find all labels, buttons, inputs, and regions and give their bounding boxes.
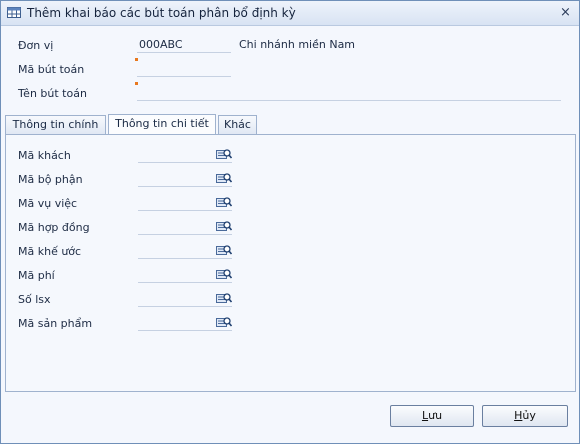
tab-thong-tin-chi-tiet[interactable]: Thông tin chi tiết [108,114,216,135]
ma-but-toan-label: Mã bút toán [18,63,85,76]
tab-khac[interactable]: Khác [218,115,257,135]
lookup-icon[interactable] [216,172,232,184]
lookup-icon[interactable] [216,292,232,304]
window-title: Thêm khai báo các bút toán phân bổ định … [27,6,296,20]
required-marker [135,58,138,61]
tab-thong-tin-chinh[interactable]: Thông tin chính [5,115,106,135]
table-icon [7,7,21,18]
ma-bo-phan-label: Mã bộ phận [18,173,83,186]
close-button[interactable]: × [558,5,573,20]
required-marker [135,82,138,85]
lookup-icon[interactable] [216,148,232,160]
detail-panel: Mã khách Mã bộ phận Mã vụ việc Mã hợp đồ… [5,134,576,392]
don-vi-label: Đơn vị [18,39,54,52]
cancel-button[interactable]: Hủy [482,405,568,427]
ma-hop-dong-underline [138,234,232,235]
save-label-rest: ưu [428,409,443,422]
ma-vu-viec-label: Mã vụ việc [18,197,78,210]
ten-but-toan-underline [137,100,561,101]
ma-but-toan-underline [137,76,231,77]
don-vi-name: Chi nhánh miền Nam [239,38,356,51]
lookup-icon[interactable] [216,244,232,256]
ma-khach-label: Mã khách [18,149,71,162]
so-lsx-label: Số lsx [18,293,51,306]
tab-strip: Thông tin chính Thông tin chi tiết Khác [5,114,575,135]
don-vi-code-underline [137,52,231,53]
lookup-icon[interactable] [216,220,232,232]
lookup-icon[interactable] [216,196,232,208]
lookup-icon[interactable] [216,316,232,328]
ma-khach-underline [138,162,232,163]
ma-phi-label: Mã phí [18,269,55,282]
ma-vu-viec-underline [138,210,232,211]
ten-but-toan-label: Tên bút toán [18,87,87,100]
don-vi-code-input[interactable]: 000ABC [139,38,183,51]
ma-khe-uoc-label: Mã khế ước [18,245,82,258]
ma-san-pham-underline [138,330,232,331]
so-lsx-underline [138,306,232,307]
title-bar[interactable]: Thêm khai báo các bút toán phân bổ định … [1,1,579,26]
ma-bo-phan-underline [138,186,232,187]
save-button[interactable]: Lưu [390,405,474,427]
ma-khe-uoc-underline [138,258,232,259]
dialog-window: Thêm khai báo các bút toán phân bổ định … [0,0,580,444]
ma-hop-dong-label: Mã hợp đồng [18,221,90,234]
lookup-icon[interactable] [216,268,232,280]
ma-phi-underline [138,282,232,283]
ma-san-pham-label: Mã sản phẩm [18,317,93,330]
cancel-label-rest: ủy [522,409,536,422]
